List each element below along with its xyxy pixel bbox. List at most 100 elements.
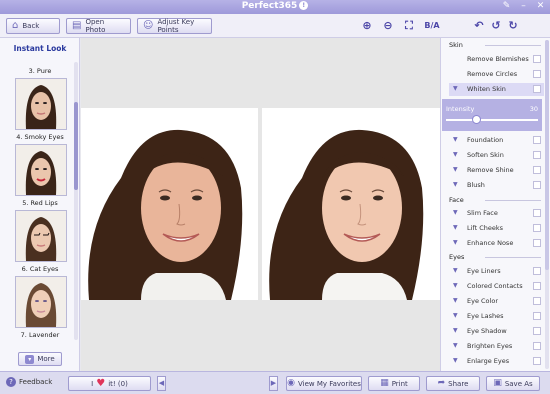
skin-icon[interactable]: ✎ [501,1,512,12]
feature-checkbox[interactable] [533,151,541,159]
divider [485,200,541,201]
open-photo-button[interactable]: ▤ Open Photo [66,18,131,34]
next-arrow-icon[interactable]: ▶ [269,376,278,391]
before-photo [81,108,258,300]
feature-checkbox[interactable] [533,297,541,305]
feature-blush[interactable]: ▼ Blush [449,179,544,192]
feature-remove-blemishes[interactable]: Remove Blemishes [449,53,544,66]
intensity-slider-handle[interactable] [472,115,481,124]
close-icon[interactable]: ✕ [535,1,546,12]
feature-foundation[interactable]: ▼ Foundation [449,134,544,147]
instant-look-panel: Instant Look 3. Pure 4. Smoky Eyes 5. Re… [0,38,80,371]
feature-checkbox[interactable] [533,282,541,290]
feature-checkbox[interactable] [533,342,541,350]
expand-arrow-icon: ▼ [453,151,458,158]
expand-arrow-icon: ▼ [453,297,458,304]
portrait-after-image [262,108,440,300]
expand-arrow-icon: ▼ [453,282,458,289]
portrait-before-image [81,108,258,300]
section-title-skin: Skin [449,41,463,49]
look-thumbnail-lavender[interactable] [15,276,67,328]
before-after-button[interactable]: B/A [423,19,441,33]
face-points-icon: ☺ [143,20,154,31]
window-title: Perfect365! [0,1,550,11]
feature-checkbox[interactable] [533,85,541,93]
features-scrollbar[interactable] [545,40,549,369]
look-label[interactable]: 4. Smoky Eyes [10,133,70,141]
back-button[interactable]: ⌂ Back [6,18,60,34]
heart-icon: ♥ [96,378,106,389]
model-face-icon [16,211,66,261]
zoom-out-icon[interactable]: ⊖ [381,19,395,33]
toolbar: ⌂ Back ▤ Open Photo ☺ Adjust Key Points … [0,14,550,38]
look-label[interactable]: 7. Lavender [10,331,70,339]
feature-checkbox[interactable] [533,166,541,174]
love-it-button[interactable]: I ♥ it! (0) [68,376,151,391]
more-icon: ▾ [25,354,35,364]
feature-brighten-eyes[interactable]: ▼ Brighten Eyes [449,340,544,353]
save-as-button[interactable]: ▣ Save As [486,376,540,391]
feature-checkbox[interactable] [533,312,541,320]
look-label[interactable]: 5. Red Lips [10,199,70,207]
feature-remove-circles[interactable]: Remove Circles [449,68,544,81]
divider [485,45,541,46]
look-scrollbar-thumb[interactable] [74,102,78,190]
print-button[interactable]: ▦ Print [368,376,420,391]
share-icon: ➦ [437,378,446,388]
zoom-in-icon[interactable]: ⊕ [360,19,374,33]
feature-checkbox[interactable] [533,136,541,144]
feature-checkbox[interactable] [533,209,541,217]
eye-icon: ◉ [287,378,295,388]
feedback-link[interactable]: ? Feedback [6,377,52,387]
feature-checkbox[interactable] [533,327,541,335]
feature-checkbox[interactable] [533,70,541,78]
feature-checkbox[interactable] [533,239,541,247]
feature-enlarge-eyes[interactable]: ▼ Enlarge Eyes [449,355,544,368]
look-label[interactable]: 3. Pure [10,67,70,75]
feature-checkbox[interactable] [533,357,541,365]
look-scrollbar[interactable] [74,62,78,340]
feature-eye-shadow[interactable]: ▼ Eye Shadow [449,325,544,338]
look-label[interactable]: 6. Cat Eyes [10,265,70,273]
model-face-icon [16,79,66,129]
view-my-favorites-button[interactable]: ◉ View My Favorites [286,376,362,391]
divider [485,257,541,258]
undo-all-icon[interactable]: ↶ [472,19,486,33]
model-face-icon [16,277,66,327]
expand-arrow-icon: ▼ [453,209,458,216]
features-panel: Skin Remove Blemishes Remove Circles ▼ W… [440,38,550,371]
info-badge-icon[interactable]: ! [299,1,309,10]
adjust-key-points-button[interactable]: ☺ Adjust Key Points [137,18,212,34]
expand-arrow-icon: ▼ [453,166,458,173]
look-thumbnail-smoky-eyes[interactable] [15,78,67,130]
feature-checkbox[interactable] [533,224,541,232]
feature-eye-liners[interactable]: ▼ Eye Liners [449,265,544,278]
feature-checkbox[interactable] [533,55,541,63]
printer-icon: ▦ [380,378,389,388]
look-thumbnail-red-lips[interactable] [15,144,67,196]
intensity-slider-track[interactable] [446,119,538,121]
feature-checkbox[interactable] [533,267,541,275]
minimize-icon[interactable]: – [518,1,529,12]
look-thumbnail-cat-eyes[interactable] [15,210,67,262]
redo-icon[interactable]: ↻ [506,19,520,33]
undo-icon[interactable]: ↺ [489,19,503,33]
feature-whiten-skin[interactable]: ▼ Whiten Skin [449,83,544,96]
expand-arrow-icon: ▼ [453,342,458,349]
feature-lift-cheeks[interactable]: ▼ Lift Cheeks [449,222,544,235]
feature-colored-contacts[interactable]: ▼ Colored Contacts [449,280,544,293]
bottom-bar: ? Feedback I ♥ it! (0) ◀ ▶ ◉ View My Fav… [0,371,550,394]
share-button[interactable]: ➦ Share [426,376,480,391]
feature-soften-skin[interactable]: ▼ Soften Skin [449,149,544,162]
feature-eye-color[interactable]: ▼ Eye Color [449,295,544,308]
feature-checkbox[interactable] [533,181,541,189]
feature-enhance-nose[interactable]: ▼ Enhance Nose [449,237,544,250]
fit-to-screen-icon[interactable]: ⛶ [402,19,416,33]
section-title-face: Face [449,196,464,204]
more-looks-button[interactable]: ▾ More [18,352,62,366]
feature-slim-face[interactable]: ▼ Slim Face [449,207,544,220]
features-scrollbar-thumb[interactable] [545,40,549,270]
prev-arrow-icon[interactable]: ◀ [157,376,166,391]
feature-eye-lashes[interactable]: ▼ Eye Lashes [449,310,544,323]
feature-remove-shine[interactable]: ▼ Remove Shine [449,164,544,177]
